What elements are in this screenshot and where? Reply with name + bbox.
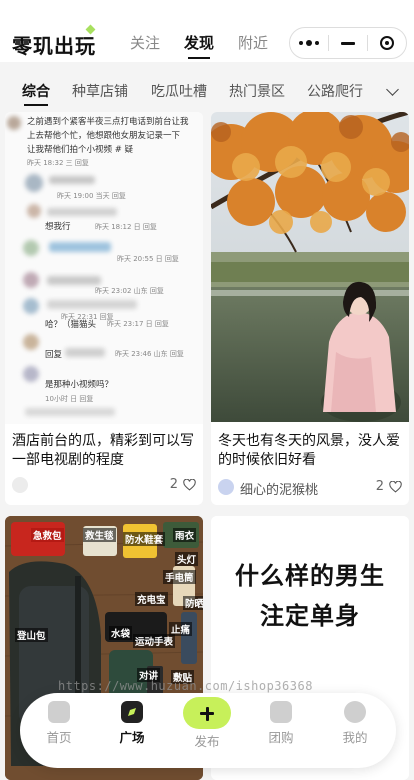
category-tab-shops[interactable]: 种草店铺 bbox=[72, 81, 128, 101]
tab-label: 团购 bbox=[268, 730, 294, 745]
tab-label: 首页 bbox=[46, 730, 72, 745]
gear-label: 水袋 bbox=[109, 626, 133, 640]
chat-text: 回复 bbox=[45, 350, 63, 360]
nav-tab-following[interactable]: 关注 bbox=[130, 32, 160, 53]
app-logo: 零玑出玩 bbox=[12, 34, 96, 58]
category-tab-scenic[interactable]: 热门景区 bbox=[229, 81, 285, 101]
more-button[interactable] bbox=[290, 28, 328, 58]
group-buy-icon bbox=[270, 701, 292, 723]
tab-plaza[interactable]: 广场 bbox=[102, 701, 162, 746]
tab-profile[interactable]: 我的 bbox=[325, 701, 385, 746]
gear-label: 防水鞋套 bbox=[123, 532, 166, 546]
target-circle-icon bbox=[380, 36, 394, 50]
nav-tab-discover[interactable]: 发现 bbox=[184, 32, 214, 59]
miniprogram-capsule bbox=[289, 27, 407, 59]
gear-label: 手电筒 bbox=[163, 570, 196, 584]
chat-text: 上去帮他个忙，他想跟他女朋友记录一下 bbox=[27, 131, 181, 141]
card-footer: 2 bbox=[12, 476, 196, 496]
category-tab-all[interactable]: 综合 bbox=[22, 81, 50, 106]
gear-label: 头灯 bbox=[175, 552, 199, 566]
card-image-chat: 之前遇到个紧客半夜三点打电话到前台让我 上去帮他个忙，他想跟他女朋友记录一下 让… bbox=[5, 112, 203, 424]
card-title[interactable]: 酒店前台的瓜，精彩到可以写一部电视剧的程度 bbox=[12, 432, 198, 470]
chat-text: 想我行 bbox=[45, 222, 71, 232]
chat-meta: 昨天 23:02 山东 回复 bbox=[95, 287, 164, 295]
card-footer: 细心的泥猴桃 2 bbox=[218, 478, 402, 498]
chat-meta: 10小时 日 回复 bbox=[45, 395, 94, 403]
chat-meta: 昨天 23:17 日 回复 bbox=[107, 320, 169, 328]
tab-label: 发布 bbox=[194, 734, 220, 749]
watermark-text: https://www.huzuan.com/ishop36368 bbox=[58, 679, 313, 693]
nav-tab-nearby[interactable]: 附近 bbox=[238, 32, 268, 53]
gear-label: 救生毯 bbox=[83, 528, 116, 542]
category-tab-road[interactable]: 公路爬行 bbox=[307, 81, 363, 101]
heart-icon[interactable] bbox=[389, 481, 402, 493]
profile-face-icon bbox=[344, 701, 366, 723]
tab-group-buy[interactable]: 团购 bbox=[251, 701, 311, 746]
gear-label: 急救包 bbox=[31, 528, 64, 542]
category-tabs: 综合 种草店铺 吃瓜吐槽 热门景区 公路爬行 bbox=[0, 70, 414, 108]
tab-home[interactable]: 首页 bbox=[29, 701, 89, 746]
heart-icon[interactable] bbox=[183, 479, 196, 491]
chevron-down-icon[interactable] bbox=[386, 83, 399, 96]
author-name[interactable]: 细心的泥猴桃 bbox=[240, 479, 318, 498]
main-nav-tabs: 关注 发现 附近 bbox=[130, 32, 268, 59]
poster-text: 注定单身 bbox=[260, 602, 360, 630]
gear-label: 止痛 bbox=[169, 622, 193, 636]
chat-text: 哈？（猫猫头 bbox=[45, 320, 97, 330]
card-image-autumn-lake bbox=[211, 112, 409, 422]
gear-label: 防晒 bbox=[183, 596, 203, 610]
more-dots-icon bbox=[299, 40, 319, 46]
avatar[interactable] bbox=[218, 479, 234, 495]
home-icon bbox=[48, 701, 70, 723]
poster-text: 什么样的男生 bbox=[235, 562, 385, 590]
chat-meta: 昨天 18:12 日 回复 bbox=[95, 223, 157, 231]
gear-label: 雨衣 bbox=[173, 528, 197, 542]
chat-meta: 昨天 18:32 三 回复 bbox=[27, 159, 89, 167]
tab-label: 广场 bbox=[119, 730, 145, 745]
chat-text: 是那种小视频吗？ bbox=[45, 380, 114, 390]
card-title[interactable]: 冬天也有冬天的风景，没人爱的时候依旧好看 bbox=[218, 432, 404, 470]
top-header: 零玑出玩 关注 发现 附近 bbox=[0, 0, 414, 62]
chat-text: 让我帮他们拍个小视频 # 疑 bbox=[27, 145, 134, 155]
plaza-compass-icon bbox=[121, 701, 143, 723]
chat-text: 之前遇到个紧客半夜三点打电话到前台让我 bbox=[27, 117, 189, 127]
tab-publish[interactable]: 发布 bbox=[177, 697, 237, 750]
tab-label: 我的 bbox=[342, 730, 368, 745]
gear-label: 充电宝 bbox=[135, 592, 168, 606]
plus-icon bbox=[183, 697, 231, 729]
like-count: 2 bbox=[375, 479, 384, 494]
category-tab-gossip[interactable]: 吃瓜吐槽 bbox=[151, 81, 207, 101]
bottom-tab-bar: 首页 广场 发布 团购 我的 bbox=[20, 693, 396, 768]
autumn-photo bbox=[211, 112, 409, 422]
minus-icon bbox=[341, 41, 355, 45]
close-miniprogram-button[interactable] bbox=[368, 28, 406, 58]
feed-card[interactable]: 冬天也有冬天的风景，没人爱的时候依旧好看 细心的泥猴桃 2 bbox=[211, 112, 409, 505]
gear-label: 运动手表 bbox=[133, 634, 176, 648]
feed-card[interactable]: 之前遇到个紧客半夜三点打电话到前台让我 上去帮他个忙，他想跟他女朋友记录一下 让… bbox=[5, 112, 203, 505]
avatar[interactable] bbox=[12, 477, 28, 493]
chat-meta: 昨天 23:46 山东 回复 bbox=[115, 350, 184, 358]
chat-meta: 昨天 20:55 日 回复 bbox=[117, 255, 179, 263]
like-count: 2 bbox=[169, 477, 178, 492]
gear-label: 登山包 bbox=[15, 628, 48, 642]
chat-meta: 昨天 19:00 当天 回复 bbox=[57, 192, 126, 200]
minimize-button[interactable] bbox=[329, 28, 367, 58]
